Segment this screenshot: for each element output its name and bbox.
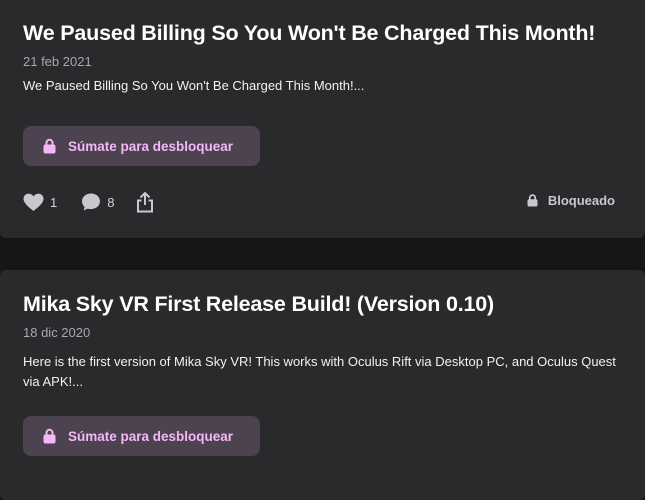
join-to-unlock-button[interactable]: Súmate para desbloquear <box>23 126 260 166</box>
post-excerpt: We Paused Billing So You Won't Be Charge… <box>23 78 365 93</box>
share-button[interactable] <box>136 191 154 213</box>
heart-icon <box>23 193 44 211</box>
join-to-unlock-label: Súmate para desbloquear <box>68 428 234 444</box>
lock-icon <box>43 138 56 154</box>
post-date: 18 dic 2020 <box>23 325 91 340</box>
post-card: We Paused Billing So You Won't Be Charge… <box>0 0 645 238</box>
post-excerpt: Here is the first version of Mika Sky VR… <box>23 354 616 389</box>
post-card: Mika Sky VR First Release Build! (Versio… <box>0 270 645 500</box>
post-title[interactable]: Mika Sky VR First Release Build! (Versio… <box>23 292 494 317</box>
join-to-unlock-button[interactable]: Súmate para desbloquear <box>23 416 260 456</box>
comment-count: 8 <box>107 194 115 210</box>
post-actions: 1 8 <box>23 190 154 214</box>
post-title[interactable]: We Paused Billing So You Won't Be Charge… <box>23 21 595 46</box>
locked-status: Bloqueado <box>527 193 615 208</box>
share-icon <box>137 192 154 213</box>
comment-icon <box>82 193 101 211</box>
locked-status-label: Bloqueado <box>547 193 615 208</box>
lock-icon <box>43 428 56 444</box>
like-count: 1 <box>50 194 58 210</box>
post-date: 21 feb 2021 <box>23 54 92 69</box>
join-to-unlock-label: Súmate para desbloquear <box>68 138 234 154</box>
like-button[interactable]: 1 <box>23 193 57 212</box>
comment-button[interactable]: 8 <box>81 192 114 212</box>
lock-icon <box>527 194 538 207</box>
